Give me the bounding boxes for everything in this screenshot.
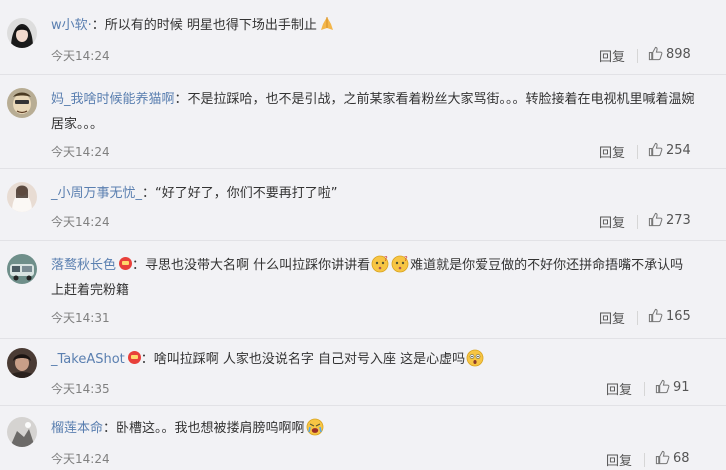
comment-item: w小软·：所以有的时候 明星也得下场出手制止 今天14:24 回复 898 bbox=[0, 0, 726, 74]
thumbs-up-icon bbox=[655, 379, 670, 394]
reply-button[interactable]: 回复 bbox=[606, 450, 632, 469]
avatar[interactable] bbox=[7, 348, 37, 378]
divider bbox=[637, 311, 638, 325]
avatar[interactable] bbox=[7, 18, 37, 48]
comment-username[interactable]: _TakeAShot bbox=[51, 352, 125, 367]
comment-username[interactable]: 落鹜秋长色 bbox=[51, 258, 116, 273]
comment-time: 今天14:35 bbox=[51, 382, 110, 396]
comment-item: 落鹜秋长色 ：寻思也没带大名啊 什么叫拉踩你讲讲看?? 难道就是你爱豆做的不好你还拼… bbox=[0, 241, 726, 338]
reply-button[interactable]: 回复 bbox=[599, 308, 625, 327]
reply-button[interactable]: 回复 bbox=[599, 212, 625, 231]
comment-time: 今天14:24 bbox=[51, 215, 110, 229]
comment-time: 今天14:31 bbox=[51, 311, 110, 325]
comment-username[interactable]: 妈_我啥时候能养猫啊 bbox=[51, 92, 175, 107]
divider bbox=[644, 382, 645, 396]
comment-text: _小周万事无忧_：“好了好了，你们不要再打了啦” bbox=[51, 181, 696, 206]
comment-item: 妈_我啥时候能养猫啊：不是拉踩哈，也不是引战，之前某家看着粉丝大家骂街。。。转脸… bbox=[0, 75, 726, 168]
comment-text: 妈_我啥时候能养猫啊：不是拉踩哈，也不是引战，之前某家看着粉丝大家骂街。。。转脸… bbox=[51, 87, 696, 137]
crown-badge-icon bbox=[127, 351, 141, 364]
comment-text: 榴莲本命：卧槽这。。我也想被搂肩膀呜啊啊 bbox=[51, 416, 696, 441]
comment-feed: w小软·：所以有的时候 明星也得下场出手制止 今天14:24 回复 898 妈_… bbox=[0, 0, 726, 470]
divider bbox=[637, 145, 638, 159]
like-count: 273 bbox=[666, 213, 691, 228]
comment-time: 今天14:24 bbox=[51, 452, 110, 466]
comment-text: _TakeAShot ：啥叫拉踩啊 人家也没说名字 自己对号入座 这是心虚吗 bbox=[51, 347, 696, 372]
thumbs-up-icon bbox=[648, 142, 663, 157]
reply-button[interactable]: 回复 bbox=[606, 379, 632, 398]
thumbs-up-icon bbox=[655, 450, 670, 465]
thumbs-up-icon bbox=[648, 46, 663, 61]
like-button[interactable]: 91 bbox=[655, 379, 690, 395]
like-button[interactable]: 254 bbox=[648, 142, 691, 158]
avatar[interactable] bbox=[7, 254, 37, 284]
shocked-face-emoji-icon bbox=[466, 349, 484, 367]
reply-button[interactable]: 回复 bbox=[599, 142, 625, 161]
crown-badge-icon bbox=[119, 257, 133, 270]
thumbs-up-icon bbox=[648, 308, 663, 323]
comment-username[interactable]: w小软· bbox=[51, 18, 92, 33]
divider bbox=[637, 215, 638, 229]
comment-body: ：啥叫拉踩啊 人家也没说名字 自己对号入座 这是心虚吗 bbox=[140, 352, 466, 367]
like-count: 898 bbox=[666, 47, 691, 62]
like-button[interactable]: 273 bbox=[648, 212, 691, 228]
comment-time: 今天14:24 bbox=[51, 49, 110, 63]
question-face-emoji-icon: ? bbox=[391, 255, 409, 273]
comment-username[interactable]: _小周万事无忧_ bbox=[51, 186, 142, 201]
like-button[interactable]: 898 bbox=[648, 46, 691, 62]
comment-username[interactable]: 榴莲本命 bbox=[51, 421, 103, 436]
svg-text:?: ? bbox=[404, 255, 408, 263]
comment-body: ：“好了好了，你们不要再打了啦” bbox=[142, 186, 338, 201]
comment-item: 榴莲本命：卧槽这。。我也想被搂肩膀呜啊啊 今天14:24 回复 68 bbox=[0, 406, 726, 470]
comment-text: w小软·：所以有的时候 明星也得下场出手制止 bbox=[51, 13, 696, 38]
like-button[interactable]: 68 bbox=[655, 450, 690, 466]
like-count: 91 bbox=[673, 380, 690, 395]
comment-item: _TakeAShot ：啥叫拉踩啊 人家也没说名字 自己对号入座 这是心虚吗 今天… bbox=[0, 339, 726, 405]
reply-button[interactable]: 回复 bbox=[599, 46, 625, 65]
like-count: 165 bbox=[666, 309, 691, 324]
comment-text: 落鹜秋长色 ：寻思也没带大名啊 什么叫拉踩你讲讲看?? 难道就是你爱豆做的不好你还拼… bbox=[51, 253, 696, 303]
thumbs-up-icon bbox=[648, 212, 663, 227]
comment-body: ：寻思也没带大名啊 什么叫拉踩你讲讲看 bbox=[132, 258, 371, 273]
avatar[interactable] bbox=[7, 417, 37, 447]
crying-face-emoji-icon bbox=[306, 418, 324, 436]
like-count: 254 bbox=[666, 143, 691, 158]
comment-item: _小周万事无忧_：“好了好了，你们不要再打了啦” 今天14:24 回复 273 bbox=[0, 169, 726, 240]
comment-body: ：所以有的时候 明星也得下场出手制止 bbox=[91, 18, 317, 33]
like-button[interactable]: 165 bbox=[648, 308, 691, 324]
svg-text:?: ? bbox=[384, 255, 388, 263]
avatar[interactable] bbox=[7, 88, 37, 118]
divider bbox=[644, 453, 645, 467]
comment-time: 今天14:24 bbox=[51, 145, 110, 159]
divider bbox=[637, 49, 638, 63]
comment-body: ：卧槽这。。我也想被搂肩膀呜啊啊 bbox=[103, 421, 305, 436]
folded-hands-emoji-icon bbox=[318, 15, 336, 33]
avatar[interactable] bbox=[7, 182, 37, 212]
question-face-emoji-icon: ? bbox=[371, 255, 389, 273]
like-count: 68 bbox=[673, 451, 690, 466]
